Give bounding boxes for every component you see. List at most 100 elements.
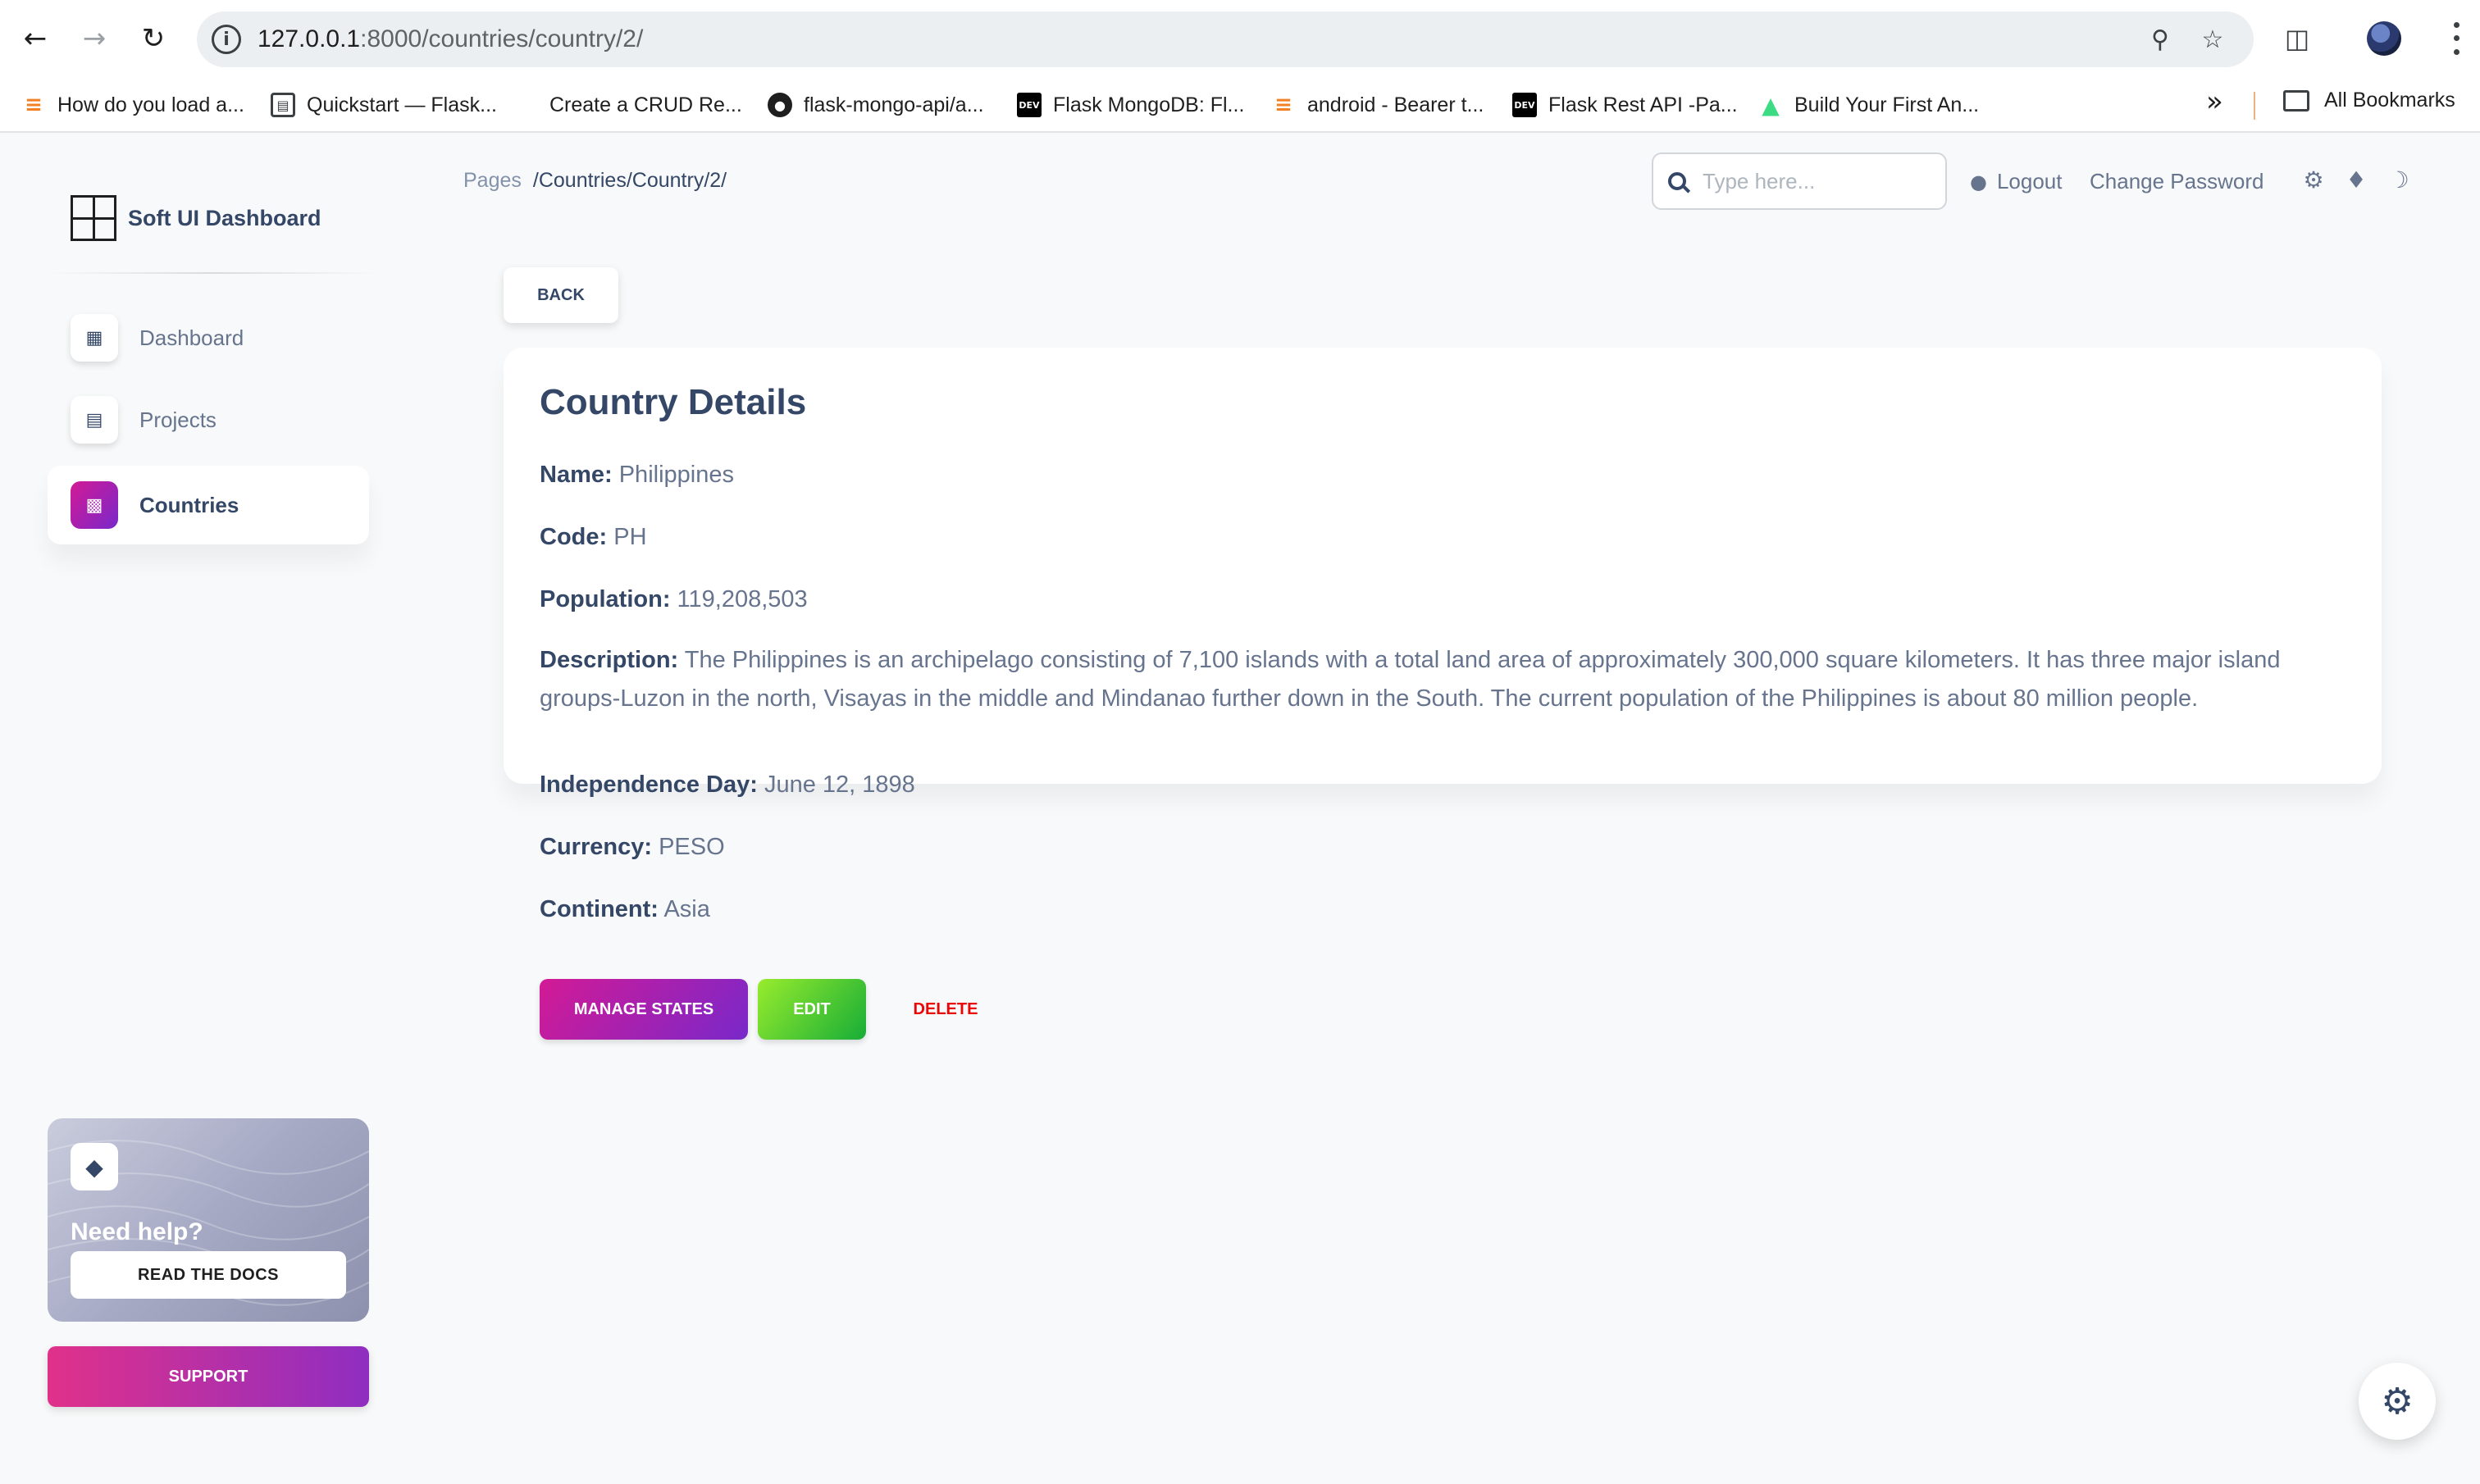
search-icon <box>1668 172 1686 190</box>
sidebar-item-label: Projects <box>139 407 217 432</box>
sidebar-item-countries[interactable]: ▩ Countries <box>48 466 369 544</box>
extensions-icon[interactable]: ◫ <box>2275 16 2319 61</box>
docs-icon: ▤ <box>271 93 295 117</box>
bookmark-label: Build Your First An... <box>1794 93 1980 116</box>
sidebar-divider <box>49 272 377 274</box>
folder-icon <box>2283 89 2309 112</box>
change-password-label: Change Password <box>2090 169 2264 193</box>
search-box[interactable] <box>1652 152 1947 210</box>
field-value: PESO <box>659 834 725 860</box>
user-icon: ● <box>1970 170 1987 193</box>
field-value: Philippines <box>618 462 734 488</box>
back-button[interactable]: BACK <box>504 267 618 323</box>
bookmark-item[interactable]: Create a CRUD Re... <box>522 89 742 121</box>
url-host: 127.0.0.1 <box>258 25 361 52</box>
building-icon: ▩ <box>71 481 118 529</box>
stackoverflow-icon: ≡ <box>25 93 43 117</box>
chevron-double-right-icon[interactable]: » <box>2206 85 2223 118</box>
field-label: Population: <box>540 586 671 612</box>
field-continent: Continent: Asia <box>540 890 2344 929</box>
read-docs-button[interactable]: READ THE DOCS <box>71 1251 346 1299</box>
app: Soft UI Dashboard ▦ Dashboard ▤ Projects… <box>0 134 2480 1484</box>
sidebar-item-label: Countries <box>139 492 239 517</box>
url-path: :8000/countries/country/2/ <box>360 25 644 52</box>
bookmark-item[interactable]: ● flask-mongo-api/a... <box>768 89 984 121</box>
field-label: Name: <box>540 462 613 488</box>
bookmark-label: Create a CRUD Re... <box>549 93 742 116</box>
field-code: Code: PH <box>540 518 2344 557</box>
document-icon: ▤ <box>71 396 118 444</box>
bookmark-label: Quickstart — Flask... <box>307 93 497 116</box>
breadcrumb-current: /Countries/Country/2/ <box>532 169 727 192</box>
manage-states-button[interactable]: MANAGE STATES <box>540 979 748 1040</box>
bookmark-label: Flask Rest API -Pa... <box>1548 93 1738 116</box>
bookmark-label: Flask MongoDB: Fl... <box>1053 93 1245 116</box>
bookmarks-bar: ≡ How do you load a... ▤ Quickstart — Fl… <box>0 82 2480 128</box>
brand[interactable]: Soft UI Dashboard <box>71 195 321 241</box>
shop-icon: ▦ <box>71 314 118 362</box>
sidebar-item-projects[interactable]: ▤ Projects <box>48 380 369 459</box>
field-name: Name: Philippines <box>540 456 2344 494</box>
field-independence-day: Independence Day: June 12, 1898 <box>540 766 2344 804</box>
dev-icon: DEV <box>1512 93 1537 117</box>
back-arrow-icon[interactable]: ← <box>11 15 59 62</box>
search-input[interactable] <box>1703 168 1932 194</box>
breadcrumb: Pages /Countries/Country/2/ <box>463 169 727 193</box>
field-label: Code: <box>540 524 608 550</box>
field-value: Asia <box>663 896 710 922</box>
browser-menu-icon[interactable] <box>2444 18 2469 59</box>
field-label: Independence Day: <box>540 772 758 798</box>
android-icon: ▲ <box>1762 91 1780 119</box>
bookmark-item[interactable]: ≡ How do you load a... <box>21 89 244 121</box>
bookmark-star-icon[interactable]: ☆ <box>2196 23 2229 56</box>
github-icon: ● <box>768 93 792 117</box>
diamond-icon: ◆ <box>71 1143 118 1190</box>
bookmark-label: flask-mongo-api/a... <box>804 93 984 116</box>
forward-arrow-icon[interactable]: → <box>71 15 118 62</box>
field-label: Description: <box>540 647 679 673</box>
field-label: Continent: <box>540 896 659 922</box>
help-title: Need help? <box>71 1218 203 1245</box>
help-card: ◆ Need help? READ THE DOCS <box>48 1118 369 1322</box>
sidebar-item-label: Dashboard <box>139 325 244 350</box>
dev-icon: DEV <box>1017 93 1042 117</box>
card-title: Country Details <box>540 382 807 422</box>
bookmark-item[interactable]: ≡ android - Bearer t... <box>1271 89 1484 121</box>
browser-chrome: ← → ↻ i 127.0.0.1:8000/countries/country… <box>0 0 2480 133</box>
address-url[interactable]: 127.0.0.1:8000/countries/country/2/ <box>258 25 643 53</box>
address-bar[interactable]: i 127.0.0.1:8000/countries/country/2/ ⚲ … <box>197 11 2254 67</box>
field-value: PH <box>613 524 647 550</box>
gear-icon[interactable]: ⚙ <box>2300 166 2327 193</box>
change-password-link[interactable]: Change Password <box>2090 169 2263 194</box>
zoom-icon[interactable]: ⚲ <box>2144 23 2177 56</box>
moon-icon[interactable]: ☽ <box>2385 166 2413 193</box>
all-bookmarks[interactable]: All Bookmarks <box>2283 89 2455 112</box>
logout-link[interactable]: ● Logout <box>1970 169 2062 194</box>
delete-button[interactable]: DELETE <box>876 979 1015 1040</box>
reload-icon[interactable]: ↻ <box>130 15 177 62</box>
field-label: Currency: <box>540 834 652 860</box>
bookmark-item[interactable]: DEV Flask MongoDB: Fl... <box>1017 89 1244 121</box>
logout-label: Logout <box>1996 169 2063 193</box>
field-description: Description: The Philippines is an archi… <box>540 641 2344 718</box>
field-value: The Philippines is an archipelago consis… <box>540 647 2281 712</box>
stackoverflow-icon: ≡ <box>1274 93 1292 117</box>
field-value: 119,208,503 <box>677 586 808 612</box>
edit-button[interactable]: EDIT <box>758 979 866 1040</box>
settings-fab-gear-icon[interactable]: ⚙ <box>2359 1363 2436 1440</box>
bookmark-item[interactable]: ▲ Build Your First An... <box>1758 89 1979 121</box>
bookmark-item[interactable]: ▤ Quickstart — Flask... <box>271 89 497 121</box>
bookmark-item[interactable]: DEV Flask Rest API -Pa... <box>1512 89 1738 121</box>
field-value: June 12, 1898 <box>764 772 915 798</box>
browser-toolbar: ← → ↻ i 127.0.0.1:8000/countries/country… <box>0 0 2480 79</box>
bookmark-label: How do you load a... <box>57 93 244 116</box>
field-population: Population: 119,208,503 <box>540 580 2344 619</box>
site-info-icon[interactable]: i <box>212 25 241 54</box>
breadcrumb-root[interactable]: Pages <box>463 169 522 193</box>
bell-icon[interactable]: ♦ <box>2342 166 2370 193</box>
brand-logo-icon <box>71 195 116 241</box>
bookmark-label: android - Bearer t... <box>1307 93 1484 116</box>
support-button[interactable]: SUPPORT <box>48 1346 369 1407</box>
sidebar-item-dashboard[interactable]: ▦ Dashboard <box>48 298 369 377</box>
profile-avatar[interactable] <box>2367 21 2401 56</box>
